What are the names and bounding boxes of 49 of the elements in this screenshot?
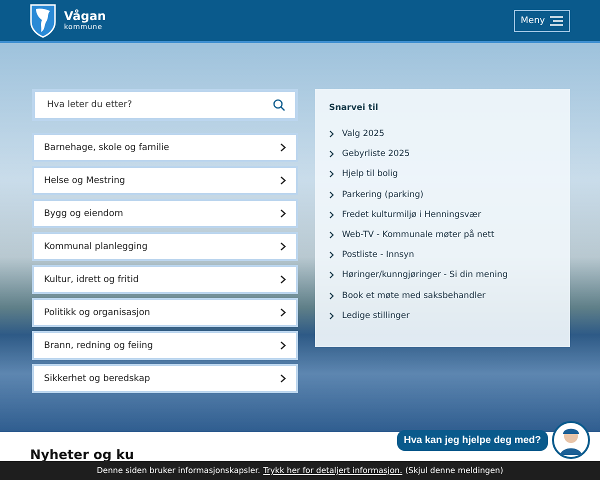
- search-icon: [273, 99, 285, 111]
- category-link[interactable]: Brann, redning og feiing: [32, 331, 298, 360]
- shortcut-link[interactable]: Postliste - Innsyn: [342, 250, 414, 260]
- cookie-text: Denne siden bruker informasjonskapsler.: [96, 466, 260, 475]
- chevron-right-icon: [329, 190, 334, 199]
- category-link[interactable]: Barnehage, skole og familie: [32, 133, 298, 162]
- chevron-right-icon: [280, 176, 286, 185]
- chevron-right-icon: [280, 242, 286, 251]
- menu-button[interactable]: Meny: [514, 10, 570, 32]
- shield-logo-icon: [30, 4, 56, 38]
- shortcut-link[interactable]: Ledige stillinger: [342, 310, 410, 321]
- news-heading: Nyheter og ku: [30, 448, 134, 463]
- category-link[interactable]: Sikkerhet og beredskap: [32, 364, 298, 393]
- cookie-info-link[interactable]: Trykk her for detaljert informasjon.: [263, 466, 402, 475]
- chevron-right-icon: [329, 292, 334, 300]
- dismiss-link[interactable]: (Skjul denne meldingen): [405, 466, 504, 475]
- shortcut-link[interactable]: Parkering (parking): [342, 190, 424, 200]
- chat-prompt-button[interactable]: Hva kan jeg hjelpe deg med?: [396, 430, 548, 450]
- search-bar[interactable]: Hva leter du etter?: [32, 89, 298, 121]
- category-link[interactable]: Politikk og organisasjon: [32, 298, 298, 327]
- chevron-right-icon: [329, 271, 334, 280]
- chevron-right-icon: [329, 130, 334, 138]
- chat-avatar-icon[interactable]: [552, 421, 590, 459]
- shortcut-link[interactable]: Hjelp til bolig: [342, 169, 398, 180]
- shortcut-link[interactable]: Høringer/kunngjøringer - Si din mening: [342, 270, 508, 280]
- chevron-right-icon: [329, 150, 334, 158]
- shortcut-link[interactable]: Book et møte med saksbehandler: [342, 290, 486, 301]
- logo-name: Vågan: [64, 10, 106, 22]
- chevron-right-icon: [329, 170, 334, 178]
- chevron-right-icon: [280, 143, 286, 152]
- chevron-right-icon: [280, 275, 286, 284]
- category-link[interactable]: Kommunal planlegging: [32, 232, 298, 261]
- category-link[interactable]: Kultur, idrett og fritid: [32, 265, 298, 294]
- chevron-right-icon: [280, 374, 286, 383]
- chevron-right-icon: [329, 251, 334, 260]
- chevron-right-icon: [329, 210, 334, 219]
- chevron-right-icon: [329, 231, 334, 240]
- shortcut-link[interactable]: Web-TV - Kommunale møter på nett: [342, 230, 494, 240]
- chevron-right-icon: [329, 312, 334, 320]
- chevron-right-icon: [280, 209, 286, 218]
- chevron-right-icon: [280, 308, 286, 317]
- shortcut-link[interactable]: Gebyrliste 2025: [342, 149, 410, 160]
- shortcut-link[interactable]: Valg 2025: [342, 129, 384, 140]
- category-link[interactable]: Bygg og eiendom: [32, 199, 298, 228]
- category-link[interactable]: Helse og Mestring: [32, 166, 298, 195]
- shortcuts-heading: Snarvei til: [329, 103, 380, 113]
- chevron-right-icon: [280, 341, 286, 350]
- shortcut-link[interactable]: Fredet kulturmiljø i Henningsvær: [342, 210, 482, 220]
- menu-icon: [550, 16, 563, 26]
